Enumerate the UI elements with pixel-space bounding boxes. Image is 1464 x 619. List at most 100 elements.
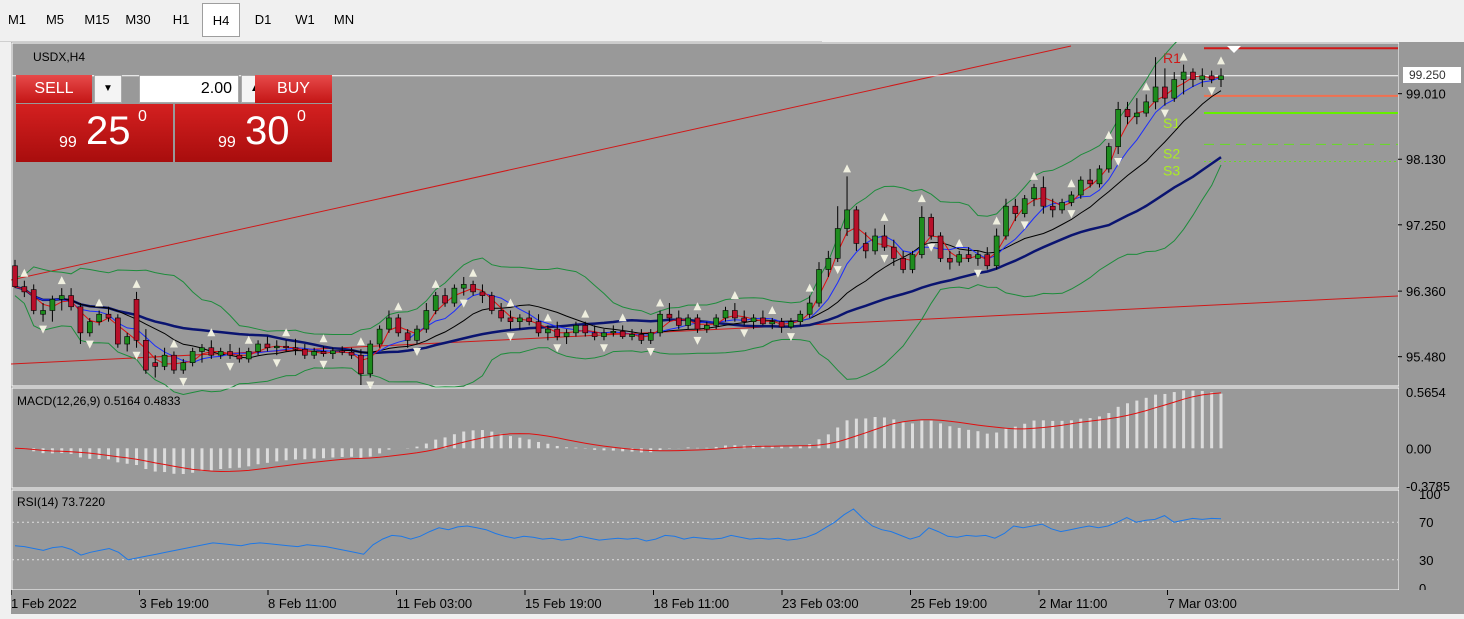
- candle-body: [488, 295, 495, 311]
- candle-body: [161, 354, 168, 367]
- candle-body: [12, 265, 18, 287]
- candle-body: [722, 310, 729, 319]
- candle-body: [283, 345, 289, 349]
- candle-body: [1143, 101, 1150, 114]
- candle-body: [965, 254, 972, 259]
- date-axis-bg: [11, 590, 1464, 614]
- candle-body: [40, 310, 46, 315]
- candle-body: [423, 310, 430, 330]
- candle-body: [1180, 71, 1187, 80]
- candle-body: [1218, 75, 1224, 80]
- candle-body: [96, 313, 102, 322]
- candle-body: [1190, 71, 1196, 80]
- ask-price-box[interactable]: 99 30 0: [175, 104, 332, 162]
- date-axis-label: 15 Feb 19:00: [525, 596, 602, 611]
- candle-body: [227, 351, 233, 356]
- candle-body: [376, 328, 383, 345]
- fractal-up-marker: [1030, 171, 1039, 180]
- candle-body: [844, 209, 850, 229]
- bid-price-big: 25: [86, 109, 131, 153]
- rsi-label: RSI(14) 73.7220: [17, 495, 105, 509]
- candle-body: [58, 295, 65, 300]
- candle-body: [86, 321, 93, 334]
- rsi-axis-label: 70: [1419, 515, 1433, 530]
- candle-body: [657, 313, 663, 334]
- fractal-down-marker: [599, 344, 608, 353]
- fractal-up-marker: [917, 194, 926, 203]
- date-axis-label: 2 Mar 11:00: [1039, 596, 1107, 611]
- candle-body: [928, 217, 934, 237]
- sell-button[interactable]: SELL: [16, 75, 92, 103]
- ask-price-fraction: 0: [297, 108, 306, 125]
- bollinger-lower-line: [14, 164, 1222, 396]
- price-axis-label: 99.010: [1406, 87, 1446, 102]
- candle-body: [255, 343, 261, 352]
- timeframe-mn[interactable]: MN: [325, 3, 363, 37]
- timeframe-h1[interactable]: H1: [163, 3, 199, 37]
- candle-body: [404, 332, 411, 341]
- candle-body: [1059, 202, 1065, 211]
- fractal-up-marker: [95, 298, 104, 307]
- timeframe-m1[interactable]: M1: [4, 3, 30, 37]
- candle-body: [984, 254, 991, 267]
- buy-button[interactable]: BUY: [255, 75, 332, 103]
- candle-body: [1040, 187, 1047, 207]
- ask-price-small: 99: [218, 134, 236, 151]
- fractal-up-marker: [581, 309, 590, 318]
- candle-body: [124, 336, 130, 345]
- candle-body: [1021, 198, 1028, 214]
- timeframe-h4[interactable]: H4: [202, 3, 240, 37]
- candle-body: [881, 235, 888, 248]
- candle-body: [189, 351, 196, 363]
- lot-decrease-button[interactable]: ▼: [94, 75, 122, 103]
- fractal-up-marker: [693, 302, 702, 311]
- left-panel-strip: [0, 42, 11, 614]
- date-axis-label: 8 Feb 11:00: [268, 596, 336, 611]
- candle-body: [517, 317, 523, 322]
- timeframe-m30[interactable]: M30: [119, 3, 157, 37]
- fractal-down-marker: [646, 348, 655, 357]
- fractal-down-marker: [459, 299, 468, 308]
- fractal-down-marker: [1114, 158, 1123, 167]
- candle-body: [320, 351, 327, 355]
- candle-body: [199, 347, 205, 352]
- candle-body: [470, 284, 476, 293]
- candle-body: [133, 299, 140, 341]
- fractal-down-marker: [272, 359, 281, 368]
- candle-body: [311, 351, 317, 356]
- candle-body: [1012, 205, 1019, 214]
- macd-axis-label: 0.00: [1406, 441, 1431, 456]
- date-axis-label: 11 Feb 03:00: [397, 596, 473, 611]
- candle-body: [245, 351, 252, 360]
- candle-body: [704, 325, 710, 330]
- candle-body: [526, 317, 532, 322]
- candle-body: [208, 347, 215, 356]
- timeframe-toolbar: M1 M5 M15 M30 H1 H4 D1 W1 MN: [0, 0, 822, 42]
- fractal-up-marker: [319, 334, 328, 343]
- candle-body: [1115, 109, 1121, 147]
- candle-body: [900, 258, 906, 270]
- macd-signal-line: [14, 392, 1222, 473]
- timeframe-m5[interactable]: M5: [41, 3, 69, 37]
- one-click-trading-panel: SELL ▼ ▲ BUY 99 25 0 99 30 0: [16, 75, 332, 162]
- timeframe-d1[interactable]: D1: [244, 3, 282, 37]
- rsi-pane: [11, 489, 1400, 591]
- fractal-down-marker: [740, 329, 749, 338]
- candle-body: [993, 235, 1000, 267]
- timeframe-w1[interactable]: W1: [285, 3, 325, 37]
- candle-body: [919, 217, 925, 255]
- fractal-down-marker: [1207, 87, 1216, 96]
- lot-size-input[interactable]: [139, 75, 239, 103]
- candle-body: [236, 354, 243, 360]
- candle-body: [432, 295, 439, 311]
- candle-body: [367, 343, 374, 375]
- fractal-down-marker: [319, 360, 328, 369]
- candle-body: [675, 317, 682, 326]
- candle-body: [1199, 75, 1206, 80]
- fractal-up-marker: [955, 238, 964, 247]
- bid-price-box[interactable]: 99 25 0: [16, 104, 173, 162]
- fractal-down-marker: [693, 336, 702, 345]
- fractal-up-marker: [656, 298, 665, 307]
- timeframe-m15[interactable]: M15: [79, 3, 115, 37]
- candle-body: [638, 334, 645, 341]
